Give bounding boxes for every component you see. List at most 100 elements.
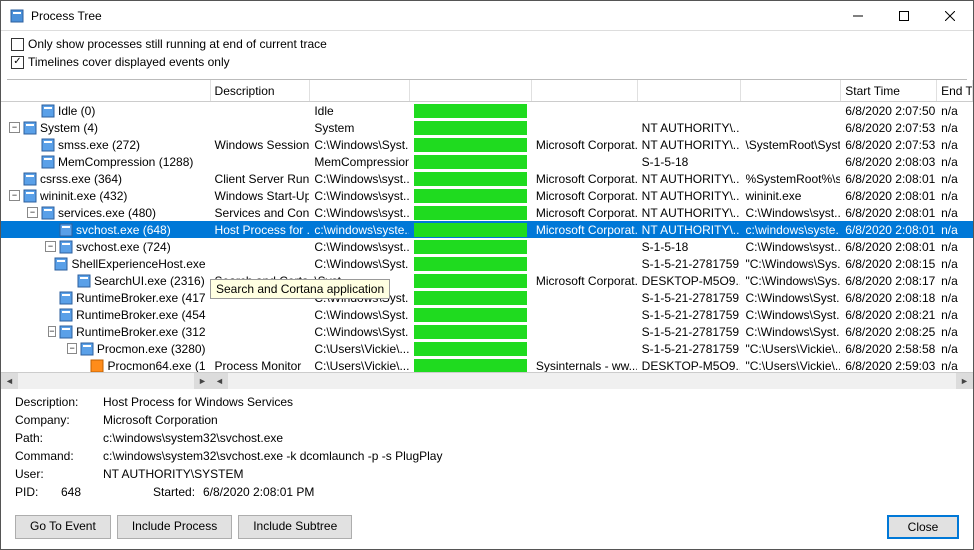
life-bar [414,291,527,305]
table-row[interactable]: svchost.exe (648)Host Process for ...c:\… [1,221,973,238]
process-name: Procmon.exe (3280) [97,342,206,356]
life-bar [414,325,527,339]
command-cell: C:\Windows\syst... [741,204,841,221]
scroll-left-icon[interactable]: ◄ [211,373,228,390]
table-row[interactable]: csrss.exe (364)Client Server Runt...C:\W… [1,170,973,187]
col-user-header[interactable] [638,80,742,101]
col-description-header[interactable]: Description [211,80,311,101]
user-cell: S-1-5-21-2781759... [638,289,742,306]
description-cell: Windows Session ... [211,136,311,153]
table-row[interactable]: RuntimeBroker.exe (454 C:\Windows\Syst...… [1,306,973,323]
command-cell: %SystemRoot%\s... [741,170,841,187]
collapse-icon[interactable]: − [9,122,20,133]
tree-cell[interactable]: ShellExperienceHost.exe [1,255,211,272]
col-company-header[interactable] [532,80,638,101]
tree-cell[interactable]: Procmon64.exe (1 [1,357,211,372]
col-life-time-header[interactable] [410,80,532,101]
detail-pid-label: PID: [15,485,61,503]
col-end-time-header[interactable]: End Tim [937,80,973,101]
grid-hscroll[interactable]: ◄ ► [211,373,973,389]
tree-cell[interactable]: SearchUI.exe (2316) [1,272,211,289]
table-row[interactable]: RuntimeBroker.exe (417C:\Windows\Syst...… [1,289,973,306]
col-start-time-header[interactable]: Start Time [841,80,937,101]
image-path-cell: C:\Windows\Syst... [310,323,410,340]
table-row[interactable]: Idle (0)Idle6/8/2020 2:07:50...n/a [1,102,973,119]
life-bar [414,155,527,169]
tree-cell[interactable]: smss.exe (272) [1,136,211,153]
tree-cell[interactable]: −services.exe (480) [1,204,211,221]
tree-cell[interactable]: −svchost.exe (724) [1,238,211,255]
only-running-checkbox-row[interactable]: Only show processes still running at end… [11,35,963,53]
user-cell: S-1-5-21-2781759... [638,340,742,357]
maximize-button[interactable] [881,1,927,30]
table-row[interactable]: −Procmon.exe (3280)C:\Users\Vickie\...S-… [1,340,973,357]
life-time-cell [410,204,532,221]
tree-cell[interactable]: RuntimeBroker.exe (454 [1,306,211,323]
command-cell: wininit.exe [741,187,841,204]
include-subtree-button[interactable]: Include Subtree [238,515,352,539]
detail-started-label: Started: [153,485,203,503]
collapse-icon[interactable]: − [9,190,20,201]
image-path-cell: c:\windows\syste... [310,221,410,238]
command-cell [741,119,841,136]
tree-cell[interactable]: −wininit.exe (432) [1,187,211,204]
table-row[interactable]: −RuntimeBroker.exe (312 C:\Windows\Syst..… [1,323,973,340]
life-time-cell [410,136,532,153]
tree-cell[interactable]: − Procmon.exe (3280) [1,340,211,357]
life-time-cell [410,357,532,372]
scroll-right-icon[interactable]: ► [956,373,973,390]
start-time-cell: 6/8/2020 2:08:17... [841,272,937,289]
grid-body[interactable]: Idle (0)Idle6/8/2020 2:07:50...n/a−Syste… [1,102,973,372]
close-window-button[interactable] [927,1,973,30]
scroll-track[interactable] [228,373,956,389]
detail-pid-value: 648 [61,485,153,503]
col-command-header[interactable] [741,80,841,101]
tree-cell[interactable]: csrss.exe (364) [1,170,211,187]
scroll-right-icon[interactable]: ► [194,373,211,390]
col-tree-header[interactable] [1,80,211,101]
process-icon [59,308,73,322]
company-cell: Microsoft Corporat... [532,221,638,238]
tree-cell[interactable]: svchost.exe (648) [1,221,211,238]
close-button[interactable]: Close [887,515,959,539]
timelines-checkbox-row[interactable]: Timelines cover displayed events only [11,53,963,71]
include-process-button[interactable]: Include Process [117,515,232,539]
scrollbar-area: ◄ ► ◄ ► [1,372,973,389]
table-row[interactable]: −services.exe (480)Services and Cont...C… [1,204,973,221]
command-cell: c:\windows\syste... [741,221,841,238]
life-bar [414,342,527,356]
tree-cell[interactable]: RuntimeBroker.exe (417 [1,289,211,306]
scroll-track[interactable] [18,373,194,389]
table-row[interactable]: Procmon64.exe (1Process MonitorC:\Users\… [1,357,973,372]
table-row[interactable]: −System (4)SystemNT AUTHORITY\...6/8/202… [1,119,973,136]
scroll-left-icon[interactable]: ◄ [1,373,18,390]
only-running-checkbox[interactable] [11,38,24,51]
table-row[interactable]: smss.exe (272)Windows Session ...C:\Wind… [1,136,973,153]
table-row[interactable]: MemCompression (1288)MemCompressionS-1-5… [1,153,973,170]
table-row[interactable]: ShellExperienceHost.exeC:\Windows\Syst..… [1,255,973,272]
end-time-cell: n/a [937,221,973,238]
minimize-button[interactable] [835,1,881,30]
collapse-icon[interactable]: − [45,241,56,252]
company-cell [532,323,638,340]
tree-cell[interactable]: MemCompression (1288) [1,153,211,170]
command-cell: "C:\Users\Vickie\... [741,357,841,372]
col-image-path-header[interactable] [310,80,410,101]
table-row[interactable]: SearchUI.exe (2316)Search and Cortana ap… [1,272,973,289]
start-time-cell: 6/8/2020 2:08:15... [841,255,937,272]
user-cell: NT AUTHORITY\... [638,187,742,204]
tree-cell[interactable]: Idle (0) [1,102,211,119]
table-row[interactable]: −svchost.exe (724)C:\Windows\syst...S-1-… [1,238,973,255]
company-cell [532,119,638,136]
tree-cell[interactable]: −System (4) [1,119,211,136]
image-path-cell: C:\Windows\Syst... [310,306,410,323]
go-to-event-button[interactable]: Go To Event [15,515,111,539]
collapse-icon[interactable]: − [48,326,57,337]
collapse-icon[interactable]: − [67,343,76,354]
tree-hscroll[interactable]: ◄ ► [1,373,211,389]
table-row[interactable]: −wininit.exe (432)Windows Start-Up...C:\… [1,187,973,204]
collapse-icon[interactable]: − [27,207,38,218]
start-time-cell: 6/8/2020 2:58:58... [841,340,937,357]
timelines-checkbox[interactable] [11,56,24,69]
tree-cell[interactable]: −RuntimeBroker.exe (312 [1,323,211,340]
